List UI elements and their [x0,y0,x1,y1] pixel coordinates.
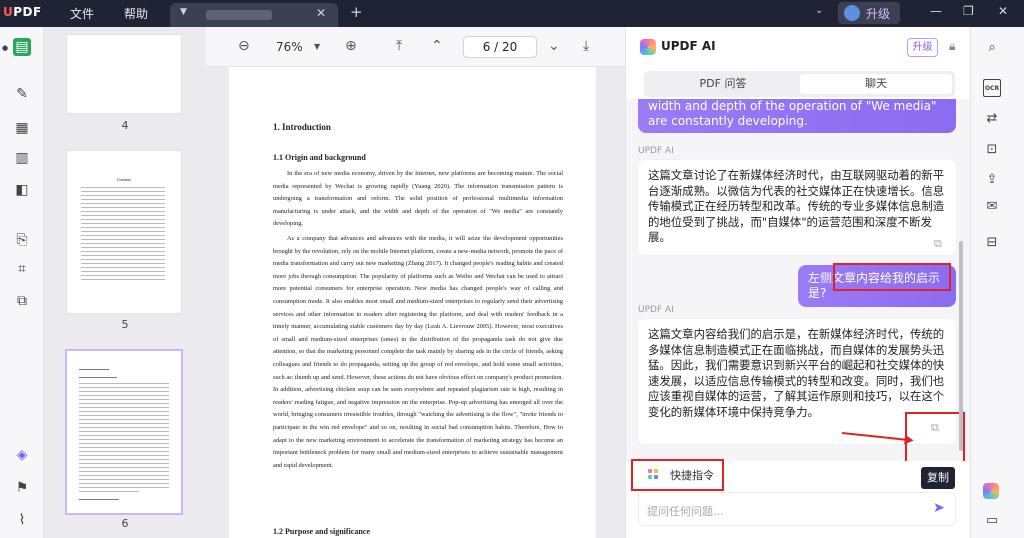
page-thumbnail-label: 6 [121,517,129,530]
avatar [844,5,860,21]
protect-icon[interactable]: ⧉ [13,292,31,310]
comment-icon[interactable]: ✎ [13,85,31,103]
edit-pdf-icon[interactable]: ▦ [13,119,31,137]
upgrade-label: 升级 [866,7,891,21]
page-thumbnail-label: 4 [121,119,129,132]
menu-file[interactable]: 文件 [70,5,94,22]
page-thumbnail-4[interactable] [67,35,181,113]
pdf-page: 1. Introduction 1.1 Origin and backgroun… [229,67,596,538]
title-bar: UPDF 文件 帮助 ▼ ✕ + ⌄ 升级 — ❐ ✕ [0,0,1024,27]
paragraph: In the era of new media economy, driven … [273,170,563,228]
page-thumbnail-label: 5 [121,318,129,331]
first-page-icon[interactable]: ⤒ [396,38,402,54]
page-number-input[interactable]: 6 / 20 [463,36,537,58]
protect-file-icon[interactable]: ⊡ [983,140,1001,158]
ai-message-text: 这篇文章讨论了在新媒体经济时代，由互联网驱动着的新平台逐渐成熟。以微信为代表的社… [648,168,945,244]
user-message: width and depth of the operation of "We … [638,99,956,133]
ai-panel-header: UPDF AI 升级 🔒︎ [626,27,971,67]
right-tool-rail: ⌕ OCR ⇄ ⊡ ⇪ ✉ ⊟ ▭ [970,27,1024,538]
restore-icon[interactable]: ❐ [963,4,974,18]
lock-icon[interactable]: 🔒︎ [949,39,955,54]
minimize-icon[interactable]: — [930,4,942,18]
section-heading: 1. Introduction [273,122,331,132]
copy-tooltip: 复制 [921,467,955,489]
total-pages: 20 [502,40,518,54]
page-thumbnail-6[interactable] [65,349,183,515]
chat-history: width and depth of the operation of "We … [626,99,971,461]
thumbnail-heading: Contents [116,177,132,182]
paragraph: As a company that advances and advances … [273,235,563,469]
thumbnail-panel: 4 Contents 5 6 [44,27,206,538]
zoom-in-icon[interactable]: ⊕ [345,38,357,54]
chat-icon[interactable]: ▭ [983,511,1001,529]
crop-icon[interactable]: ⌗ [13,260,31,278]
convert-icon[interactable]: ⎘ [13,231,31,249]
chevron-down-icon[interactable]: ⌄ [815,5,823,16]
close-tab-icon[interactable]: ✕ [316,6,326,20]
bookmark-icon[interactable]: ⚑ [13,479,31,497]
save-icon[interactable]: ⊟ [983,233,1001,251]
upgrade-button[interactable]: 升级 [838,2,900,24]
organize-icon[interactable]: ◧ [13,181,31,199]
close-window-icon[interactable]: ✕ [998,4,1008,18]
ai-message-text: 这篇文章内容给我们的启示是，在新媒体经济时代，传统的多媒体信息制造模式正在面临挑… [648,327,945,419]
subsection-heading: 1.2 Purpose and significance [273,527,370,536]
highlight-box [631,459,724,491]
chat-scrollbar[interactable] [959,241,963,451]
send-icon[interactable]: ➤ [933,500,945,516]
next-page-icon[interactable]: ⌄ [548,38,560,54]
form-icon[interactable]: ▥ [13,149,31,167]
page-separator: / [494,40,499,54]
subsection-heading: 1.1 Origin and background [273,153,366,162]
page-thumbnail-5[interactable]: Contents [67,151,181,313]
document-tab[interactable]: ▼ ✕ [170,3,338,27]
attachment-icon[interactable]: ⌇ [13,511,31,529]
updf-ai-icon[interactable] [983,483,999,499]
ai-sender-label: UPDF AI [638,146,674,156]
app-logo: UPDF [3,5,42,19]
convert-file-icon[interactable]: ⇄ [983,109,1001,127]
ai-mode-tabs: PDF 问答 聊天 [644,71,955,97]
ai-assistant-panel: UPDF AI 升级 🔒︎ PDF 问答 聊天 width and depth … [625,27,971,538]
copy-icon[interactable]: ⧉ [934,236,942,252]
search-icon[interactable]: ⌕ [983,38,1001,56]
layers-icon[interactable]: ◈ [13,446,31,464]
updf-ai-logo-icon [640,39,656,55]
ai-upgrade-button[interactable]: 升级 [907,38,938,57]
ai-sender-label: UPDF AI [638,305,674,315]
reader-mode-icon[interactable]: ▤ [13,38,31,56]
chevron-down-icon[interactable]: ▼ [180,7,187,17]
chat-input[interactable]: 提问任何问题... ➤ [638,492,956,526]
tab-title-redacted [206,10,272,20]
tab-pdf-qa[interactable]: PDF 问答 [647,74,799,94]
share-icon[interactable]: ⇪ [983,170,1001,188]
ocr-icon[interactable]: OCR [983,79,1001,97]
ai-message: 这篇文章讨论了在新媒体经济时代，由互联网驱动着的新平台逐渐成熟。以微信为代表的社… [638,160,956,255]
last-page-icon[interactable]: ⤓ [583,38,589,54]
left-tool-rail: ● ▤ ✎ ▦ ▥ ◧ ⎘ ⌗ ⧉ ◈ ⚑ ⌇ [0,27,44,538]
menu-help[interactable]: 帮助 [124,5,148,22]
previous-page-icon[interactable]: ⌃ [431,38,443,54]
current-page[interactable]: 6 [483,40,491,54]
view-toolbar: ⊖ 76% ▼ ⊕ ⤒ ⌃ 6 / 20 ⌄ ⤓ [206,27,625,67]
document-viewer: 1. Introduction 1.1 Origin and backgroun… [206,67,625,538]
bullet-icon: ● [1,44,9,52]
zoom-level[interactable]: 76% [276,40,303,54]
zoom-out-icon[interactable]: ⊖ [238,38,250,54]
ai-panel-title: UPDF AI [661,39,716,53]
mail-icon[interactable]: ✉ [983,197,1001,215]
chat-input-placeholder: 提问任何问题... [647,505,724,518]
tab-chat[interactable]: 聊天 [800,74,952,94]
zoom-dropdown-icon[interactable]: ▼ [314,42,320,51]
new-tab-icon[interactable]: + [350,3,363,21]
highlight-box [833,263,951,291]
